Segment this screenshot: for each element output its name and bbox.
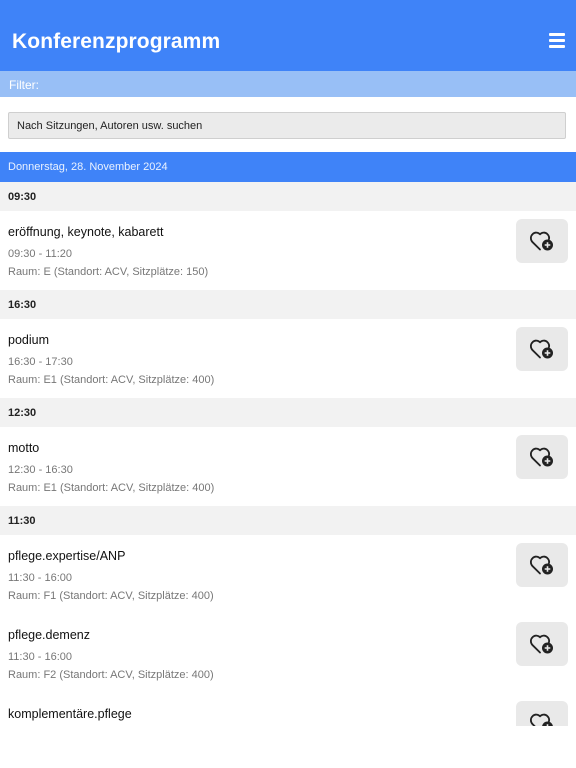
session-item[interactable]: motto 12:30 - 16:30 Raum: E1 (Standort: … <box>0 427 576 506</box>
add-favorite-button[interactable] <box>516 701 568 726</box>
time-header: 16:30 <box>0 290 576 319</box>
time-header: 11:30 <box>0 506 576 535</box>
time-header-label: 11:30 <box>8 515 36 527</box>
heart-plus-icon <box>529 447 553 467</box>
add-favorite-button[interactable] <box>516 327 568 371</box>
session-room: Raum: E1 (Standort: ACV, Sitzplätze: 400… <box>8 482 215 494</box>
page-title: Konferenzprogramm <box>12 30 221 53</box>
session-item[interactable]: komplementäre.pflege <box>0 693 576 726</box>
time-header: 09:30 <box>0 182 576 211</box>
session-title: eröffnung, keynote, kabarett <box>8 225 164 239</box>
session-time: 16:30 - 17:30 <box>8 356 73 368</box>
session-title: pflege.demenz <box>8 628 91 642</box>
filter-label: Filter: <box>9 78 39 92</box>
session-room: Raum: E1 (Standort: ACV, Sitzplätze: 400… <box>8 374 215 386</box>
session-room: Raum: E (Standort: ACV, Sitzplätze: 150) <box>8 266 209 278</box>
session-room: Raum: F2 (Standort: ACV, Sitzplätze: 400… <box>8 669 214 681</box>
session-title: podium <box>8 333 49 347</box>
session-list: 09:30 eröffnung, keynote, kabarett 09:30… <box>0 182 576 726</box>
add-favorite-button[interactable] <box>516 219 568 263</box>
hamburger-menu-icon[interactable] <box>549 33 565 48</box>
filter-bar: Filter: <box>0 71 576 97</box>
session-item[interactable]: eröffnung, keynote, kabarett 09:30 - 11:… <box>0 211 576 290</box>
date-header: Donnerstag, 28. November 2024 <box>0 152 576 182</box>
time-header-label: 12:30 <box>8 407 37 419</box>
heart-plus-icon <box>529 231 553 251</box>
heart-plus-icon <box>529 339 553 359</box>
search-input[interactable] <box>8 112 566 139</box>
session-time: 12:30 - 16:30 <box>8 464 73 476</box>
session-item[interactable]: podium 16:30 - 17:30 Raum: E1 (Standort:… <box>0 319 576 398</box>
time-header-label: 09:30 <box>8 191 37 203</box>
add-favorite-button[interactable] <box>516 622 568 666</box>
heart-plus-icon <box>529 555 553 575</box>
app-header: Konferenzprogramm <box>0 0 576 71</box>
heart-plus-icon <box>529 713 553 726</box>
date-label: Donnerstag, 28. November 2024 <box>8 161 168 173</box>
session-title: komplementäre.pflege <box>8 707 132 721</box>
session-title: pflege.expertise/ANP <box>8 549 126 563</box>
heart-plus-icon <box>529 634 553 654</box>
session-item[interactable]: pflege.expertise/ANP 11:30 - 16:00 Raum:… <box>0 535 576 614</box>
search-container <box>0 97 576 152</box>
session-room: Raum: F1 (Standort: ACV, Sitzplätze: 400… <box>8 590 214 602</box>
session-time: 11:30 - 16:00 <box>8 651 73 663</box>
session-title: motto <box>8 441 40 455</box>
add-favorite-button[interactable] <box>516 543 568 587</box>
session-item[interactable]: pflege.demenz 11:30 - 16:00 Raum: F2 (St… <box>0 614 576 693</box>
add-favorite-button[interactable] <box>516 435 568 479</box>
session-time: 09:30 - 11:20 <box>8 248 73 260</box>
time-header: 12:30 <box>0 398 576 427</box>
time-header-label: 16:30 <box>8 299 37 311</box>
session-time: 11:30 - 16:00 <box>8 572 73 584</box>
